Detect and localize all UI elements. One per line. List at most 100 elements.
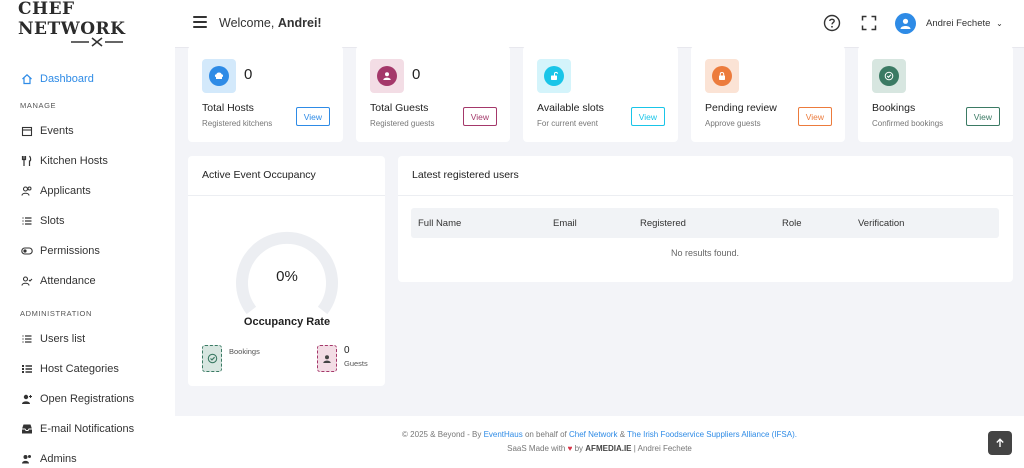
sidebar-item-email-notifications[interactable]: E-mail Notifications: [0, 414, 175, 444]
stat-card-total-hosts: 0 Total Hosts Registered kitchens View: [188, 46, 343, 142]
sidebar-nav: Dashboard MANAGE Events Kitchen Hosts Ap…: [0, 48, 175, 468]
chevron-down-icon: ⌄: [996, 19, 1003, 28]
divider: [188, 195, 385, 196]
stat-card-pending-review: Pending review Approve guests View: [691, 46, 845, 142]
latest-users-panel: Latest registered users Full Name Email …: [398, 156, 1013, 282]
heart-icon: ♥: [567, 444, 573, 453]
list-icon: [20, 333, 33, 346]
footer-copyright: © 2025 & Beyond - By EventHaus on behalf…: [175, 430, 1024, 439]
sidebar-item-applicants[interactable]: Applicants: [0, 176, 175, 206]
list-icon: [20, 215, 33, 228]
inbox-icon: [20, 423, 33, 436]
sidebar-item-label: Slots: [40, 215, 65, 227]
stat-title: Pending review: [705, 102, 777, 114]
sidebar-item-dashboard[interactable]: Dashboard: [0, 64, 175, 94]
stat-subtitle: For current event: [537, 119, 598, 128]
sidebar-item-label: Dashboard: [40, 73, 94, 85]
sidebar-item-label: Open Registrations: [40, 393, 135, 405]
home-icon: [20, 73, 33, 86]
sidebar-item-open-registrations[interactable]: Open Registrations: [0, 384, 175, 414]
column-verification[interactable]: Verification: [858, 218, 904, 229]
utensils-icon: [20, 155, 33, 168]
column-email[interactable]: Email: [553, 218, 577, 229]
section-administration: ADMINISTRATION: [20, 308, 93, 318]
users-icon: [20, 453, 33, 466]
view-slots-button[interactable]: View: [630, 107, 665, 126]
sidebar-item-host-categories[interactable]: Host Categories: [0, 354, 175, 384]
sidebar-item-label: Users list: [40, 333, 86, 345]
stat-subtitle: Approve guests: [705, 119, 761, 128]
chef-network-link[interactable]: Chef Network: [569, 430, 617, 439]
sidebar-item-slots[interactable]: Slots: [0, 206, 175, 236]
ifsa-link[interactable]: The Irish Foodservice Suppliers Alliance…: [627, 430, 797, 439]
sidebar-item-admins[interactable]: Admins: [0, 444, 175, 468]
sidebar-item-label: Admins: [40, 453, 77, 465]
stat-subtitle: Confirmed bookings: [872, 119, 944, 128]
user-check-icon: [20, 275, 33, 288]
stat-title: Bookings: [872, 102, 916, 114]
divider: [398, 195, 1013, 196]
empty-state: No results found.: [670, 248, 740, 258]
sidebar-item-label: E-mail Notifications: [40, 423, 135, 435]
footer-credits: SaaS Made with ♥ by AFMEDIA.IE | Andrei …: [175, 444, 1024, 453]
view-hosts-button[interactable]: View: [295, 107, 330, 126]
sidebar-item-attendance[interactable]: Attendance: [0, 266, 175, 296]
by-text: by: [574, 444, 584, 453]
menu-toggle-icon[interactable]: [193, 16, 207, 28]
stat-subtitle: Registered kitchens: [202, 119, 273, 128]
stat-title: Total Hosts: [202, 102, 254, 114]
occupancy-rate-value: 0%: [276, 268, 298, 285]
eventhaus-link[interactable]: EventHaus: [484, 430, 523, 439]
welcome-prefix: Welcome,: [219, 16, 275, 30]
toggle-icon: [20, 245, 33, 258]
copyright-text: © 2025 & Beyond - By: [402, 430, 482, 439]
guests-label: Guests: [344, 359, 368, 368]
user-menu[interactable]: Andrei Fechete ⌄: [926, 18, 1003, 29]
chef-hat-icon: [209, 66, 229, 86]
sidebar-item-kitchen-hosts[interactable]: Kitchen Hosts: [0, 146, 175, 176]
guests-value: 0: [344, 345, 350, 356]
stat-icon-box: [705, 59, 739, 93]
lock-open-icon: [544, 66, 564, 86]
stat-icon-box: [202, 59, 236, 93]
stat-title: Available slots: [537, 102, 604, 114]
occupancy-title: Active Event Occupancy: [202, 169, 316, 181]
stat-icon-box: [537, 59, 571, 93]
calendar-icon: [20, 125, 33, 138]
sidebar-item-events[interactable]: Events: [0, 116, 175, 146]
stat-card-bookings: Bookings Confirmed bookings View: [858, 46, 1013, 142]
latest-users-title: Latest registered users: [412, 169, 519, 181]
sidebar-item-label: Permissions: [40, 245, 100, 257]
separator: |: [633, 444, 636, 453]
afmedia-link[interactable]: AFMEDIA.IE: [585, 444, 631, 453]
logo[interactable]: CHEF NETWORK: [0, 0, 175, 48]
stat-value: 0: [244, 66, 253, 83]
occupancy-rate-label: Occupancy Rate: [243, 316, 331, 328]
on-behalf-text: on behalf of: [524, 430, 567, 439]
column-full-name[interactable]: Full Name: [418, 218, 461, 229]
welcome-message: Welcome, Andrei!: [219, 16, 322, 30]
sidebar-item-permissions[interactable]: Permissions: [0, 236, 175, 266]
stat-value: 0: [412, 66, 421, 83]
view-pending-button[interactable]: View: [797, 107, 832, 126]
fullscreen-icon[interactable]: [860, 14, 878, 32]
column-role[interactable]: Role: [782, 218, 802, 229]
stat-title: Total Guests: [370, 102, 429, 114]
view-guests-button[interactable]: View: [462, 107, 497, 126]
scroll-to-top-button[interactable]: [988, 431, 1012, 455]
bookings-label: Bookings: [229, 347, 260, 356]
stat-icon-box: [872, 59, 906, 93]
view-bookings-button[interactable]: View: [965, 107, 1000, 126]
help-icon[interactable]: [823, 14, 841, 32]
user-avatar[interactable]: [895, 13, 916, 34]
sidebar-item-users-list[interactable]: Users list: [0, 324, 175, 354]
author-text: Andrei Fechete: [637, 444, 692, 453]
sidebar: CHEF NETWORK Dashboard MANAGE Events Kit…: [0, 0, 175, 468]
section-manage: MANAGE: [20, 100, 57, 110]
guests-person-icon: [317, 345, 337, 372]
person-icon: [377, 66, 397, 86]
welcome-name: Andrei!: [277, 16, 322, 30]
sidebar-item-label: Events: [40, 125, 74, 137]
column-registered[interactable]: Registered: [640, 218, 686, 229]
lock-icon: [712, 66, 732, 86]
